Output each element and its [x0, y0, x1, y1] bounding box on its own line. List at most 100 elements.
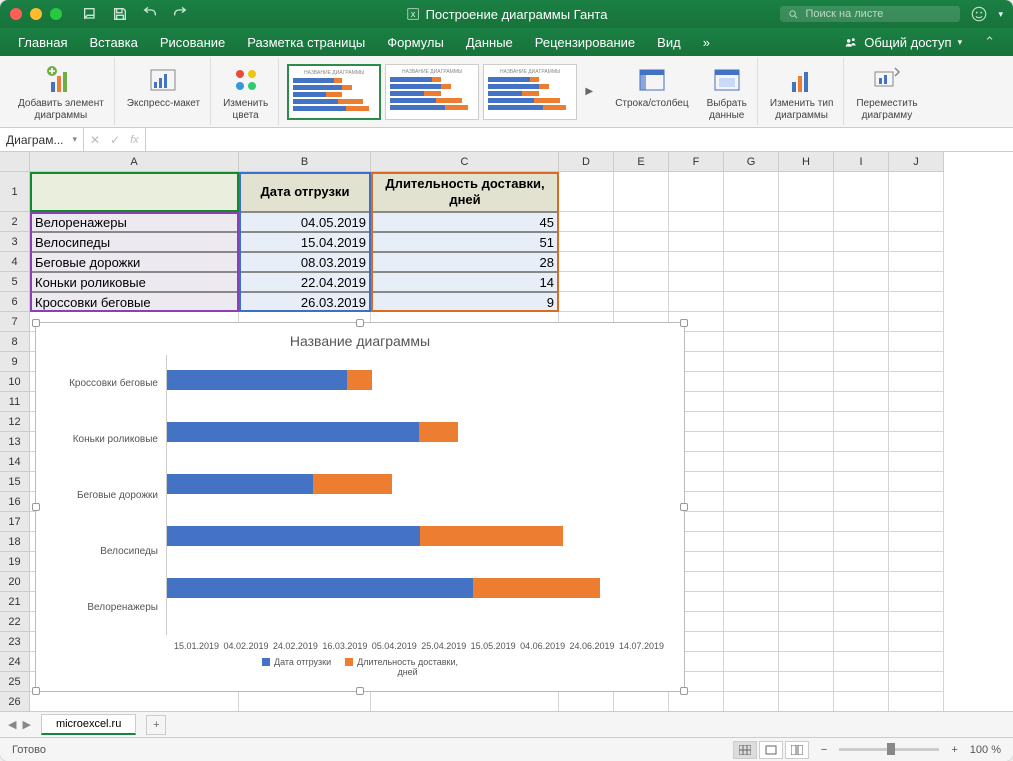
cell[interactable]: [779, 492, 834, 512]
close-window-button[interactable]: [10, 8, 22, 20]
cell[interactable]: [779, 452, 834, 472]
cell[interactable]: [724, 312, 779, 332]
cell[interactable]: [614, 212, 669, 232]
cell[interactable]: [724, 552, 779, 572]
chart-bar[interactable]: [167, 474, 392, 494]
chart-bar[interactable]: [167, 578, 600, 598]
switch-row-column-button[interactable]: Строка/столбец: [611, 62, 692, 124]
cell[interactable]: [779, 332, 834, 352]
cell[interactable]: 51: [371, 232, 559, 252]
row-header[interactable]: 2: [0, 212, 30, 232]
cell[interactable]: [559, 292, 614, 312]
cell[interactable]: [889, 612, 944, 632]
tab-nav-next-icon[interactable]: ▶: [22, 718, 30, 731]
row-header[interactable]: 26: [0, 692, 30, 711]
cell[interactable]: [724, 172, 779, 212]
cell[interactable]: [889, 232, 944, 252]
cell[interactable]: [724, 412, 779, 432]
cell[interactable]: [834, 532, 889, 552]
cell[interactable]: [724, 232, 779, 252]
cell[interactable]: [889, 632, 944, 652]
cell[interactable]: [30, 172, 239, 212]
chart-style-1[interactable]: НАЗВАНИЕ ДИАГРАММЫ: [287, 64, 381, 120]
cell[interactable]: 15.04.2019: [239, 232, 371, 252]
cell[interactable]: 04.05.2019: [239, 212, 371, 232]
cell[interactable]: [834, 352, 889, 372]
row-header[interactable]: 22: [0, 612, 30, 632]
chart-legend[interactable]: Дата отгрузки Длительность доставки, дне…: [36, 651, 684, 683]
cell[interactable]: [834, 392, 889, 412]
row-header[interactable]: 25: [0, 672, 30, 692]
name-box-dropdown-icon[interactable]: ▾: [72, 134, 77, 145]
cell[interactable]: [614, 292, 669, 312]
cell[interactable]: [834, 652, 889, 672]
cell[interactable]: [889, 532, 944, 552]
cell[interactable]: [669, 212, 724, 232]
menu-view[interactable]: Вид: [657, 35, 681, 50]
cell[interactable]: [834, 672, 889, 692]
menu-formulas[interactable]: Формулы: [387, 35, 444, 50]
zoom-in-button[interactable]: +: [951, 744, 957, 756]
column-header[interactable]: A: [30, 152, 239, 172]
cell[interactable]: [889, 432, 944, 452]
cell[interactable]: [724, 212, 779, 232]
cell[interactable]: [779, 692, 834, 711]
cell[interactable]: [834, 272, 889, 292]
cancel-formula-icon[interactable]: ✕: [90, 133, 100, 147]
zoom-level[interactable]: 100 %: [970, 744, 1001, 756]
cell[interactable]: [779, 532, 834, 552]
row-header[interactable]: 7: [0, 312, 30, 332]
row-header[interactable]: 11: [0, 392, 30, 412]
row-header[interactable]: 20: [0, 572, 30, 592]
cell[interactable]: [889, 472, 944, 492]
cell[interactable]: [724, 672, 779, 692]
cell[interactable]: [889, 252, 944, 272]
cell[interactable]: [889, 392, 944, 412]
cell[interactable]: [889, 552, 944, 572]
cell[interactable]: [559, 212, 614, 232]
cell[interactable]: [614, 252, 669, 272]
cell[interactable]: [779, 552, 834, 572]
row-header[interactable]: 8: [0, 332, 30, 352]
cell[interactable]: [834, 632, 889, 652]
row-header[interactable]: 18: [0, 532, 30, 552]
cell[interactable]: [669, 252, 724, 272]
cell[interactable]: [834, 372, 889, 392]
confirm-formula-icon[interactable]: ✓: [110, 133, 120, 147]
cell[interactable]: [889, 372, 944, 392]
cell[interactable]: [724, 392, 779, 412]
cell[interactable]: [889, 652, 944, 672]
cell[interactable]: [834, 412, 889, 432]
cell[interactable]: [834, 512, 889, 532]
cell[interactable]: [834, 592, 889, 612]
cell[interactable]: [559, 232, 614, 252]
cell[interactable]: [724, 332, 779, 352]
cell[interactable]: Велосипеды: [30, 232, 239, 252]
cell[interactable]: Длительность доставки, дней: [371, 172, 559, 212]
row-header[interactable]: 23: [0, 632, 30, 652]
cell[interactable]: [669, 232, 724, 252]
cell[interactable]: [724, 692, 779, 711]
cell[interactable]: [889, 492, 944, 512]
column-header[interactable]: J: [889, 152, 944, 172]
cell[interactable]: [834, 472, 889, 492]
page-layout-view-button[interactable]: [759, 741, 783, 759]
cell[interactable]: [834, 212, 889, 232]
cell[interactable]: [889, 512, 944, 532]
row-header[interactable]: 16: [0, 492, 30, 512]
cell[interactable]: [779, 632, 834, 652]
cell[interactable]: [724, 452, 779, 472]
cell[interactable]: Коньки роликовые: [30, 272, 239, 292]
cell[interactable]: [779, 312, 834, 332]
tab-nav-prev-icon[interactable]: ◀: [8, 718, 16, 731]
cell[interactable]: [779, 292, 834, 312]
cell[interactable]: 45: [371, 212, 559, 232]
cell[interactable]: [889, 312, 944, 332]
row-header[interactable]: 9: [0, 352, 30, 372]
zoom-out-button[interactable]: −: [821, 744, 827, 756]
cell[interactable]: [559, 272, 614, 292]
cell[interactable]: [889, 292, 944, 312]
cell[interactable]: 22.04.2019: [239, 272, 371, 292]
cell[interactable]: [889, 172, 944, 212]
cell[interactable]: [889, 332, 944, 352]
